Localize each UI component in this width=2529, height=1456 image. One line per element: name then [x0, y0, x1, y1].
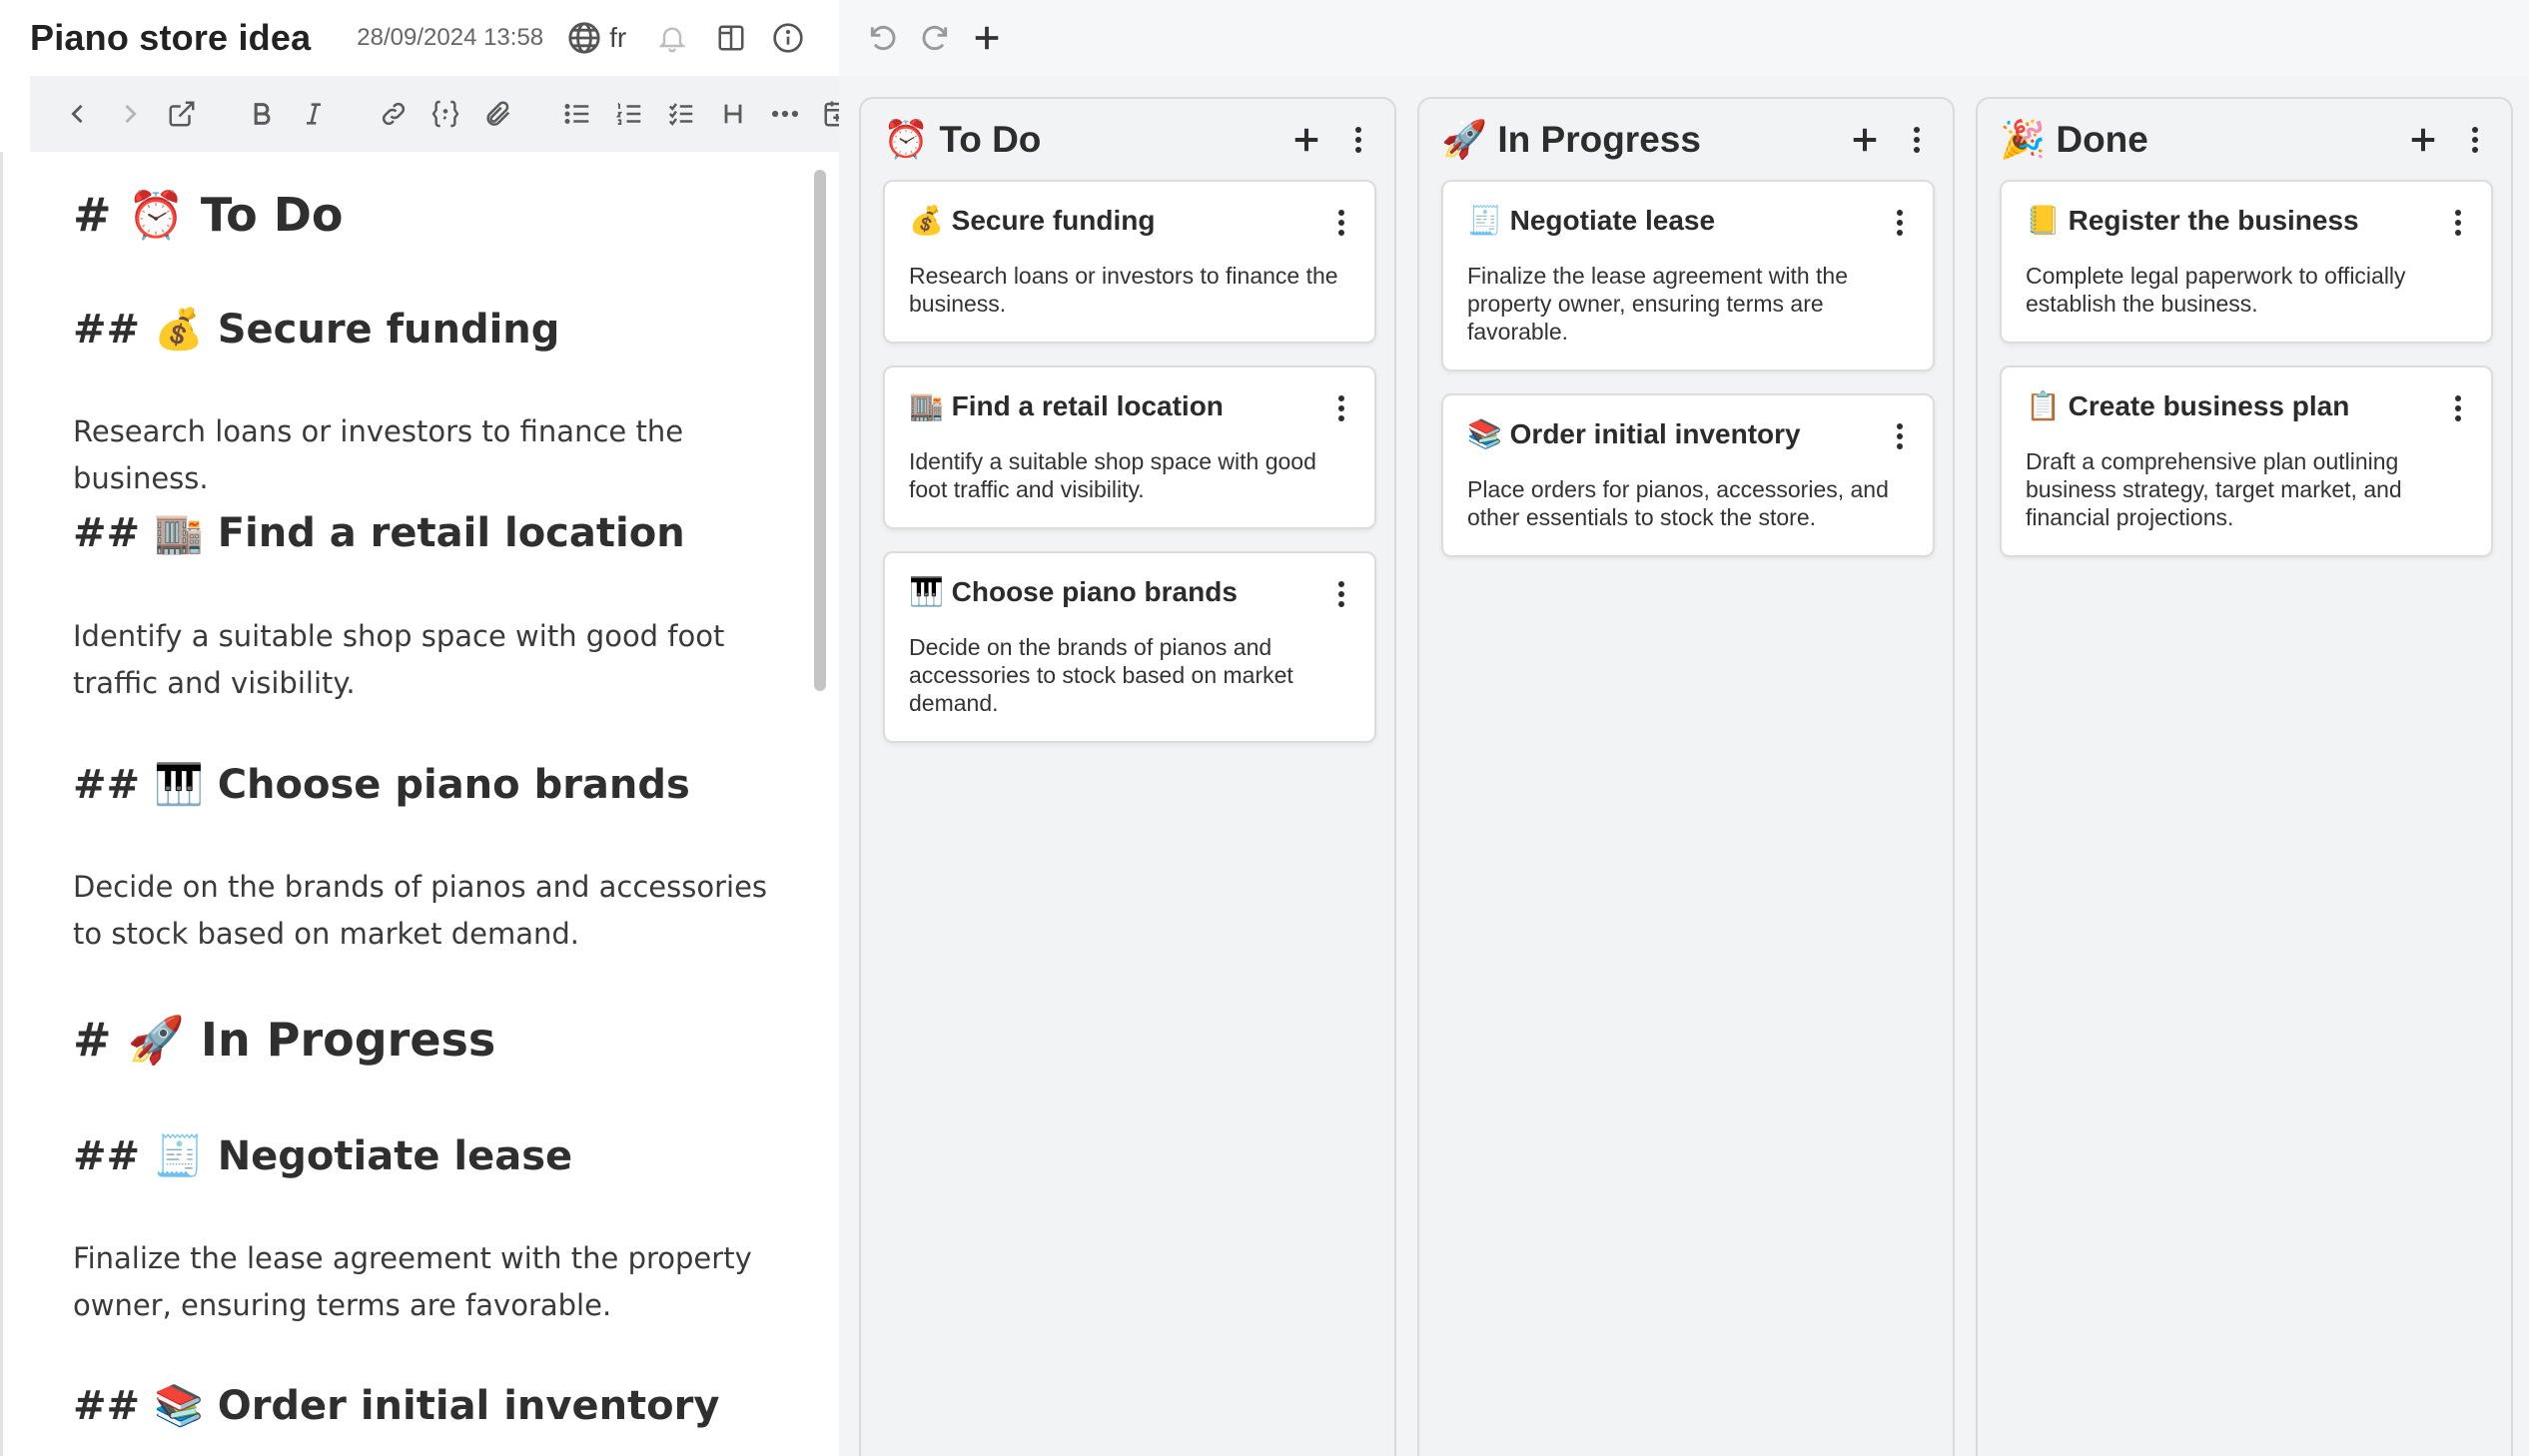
column-header: ⏰ To Do	[883, 113, 1380, 167]
card-title: 🧾 Negotiate lease	[1467, 205, 1716, 236]
forward-icon[interactable]	[104, 88, 156, 140]
card-title: 🏬 Find a retail location	[909, 390, 1224, 421]
column-menu-icon[interactable]	[1336, 114, 1380, 166]
format-toolbar	[30, 76, 850, 152]
add-card-icon[interactable]	[1280, 114, 1332, 166]
card-title: 📒 Register the business	[2026, 205, 2359, 236]
code-block-icon[interactable]	[420, 88, 471, 140]
bullet-list-icon[interactable]	[551, 88, 603, 140]
link-icon[interactable]	[368, 88, 420, 140]
board-toolbar	[839, 0, 2529, 76]
card-description: Research loans or investors to finance t…	[909, 263, 1338, 317]
bell-icon[interactable]	[656, 22, 688, 54]
card[interactable]: 🧾 Negotiate lease Finalize the lease agr…	[1441, 180, 1935, 371]
language-selector[interactable]: fr	[567, 21, 626, 55]
add-card-icon[interactable]	[1839, 114, 1891, 166]
more-icon[interactable]	[759, 88, 811, 140]
card-description: Draft a comprehensive plan outlining bus…	[2026, 448, 2402, 530]
card[interactable]: 📒 Register the business Complete legal p…	[2000, 180, 2493, 344]
column-done: 🎉 Done 📒 Register the business Complete …	[1976, 97, 2513, 1456]
editor-subheading: ## 🏬 Find a retail location	[73, 510, 685, 556]
column-todo: ⏰ To Do 💰 Secure funding Research loans …	[859, 97, 1396, 1456]
card[interactable]: 📋 Create business plan Draft a comprehen…	[2000, 365, 2493, 557]
card-description: Finalize the lease agreement with the pr…	[1467, 263, 1848, 345]
open-external-icon[interactable]	[156, 88, 208, 140]
column-header: 🚀 In Progress	[1441, 113, 1939, 167]
editor-paragraph: Finalize the lease agreement with the pr…	[73, 1241, 752, 1322]
markdown-editor[interactable]: # ⏰ To Do ## 💰 Secure funding Research l…	[0, 152, 831, 1456]
column-title[interactable]: 🚀 In Progress	[1441, 119, 1839, 162]
column-title[interactable]: 🎉 Done	[2000, 119, 2397, 162]
column-title[interactable]: ⏰ To Do	[883, 119, 1280, 162]
attachment-icon[interactable]	[471, 88, 523, 140]
card[interactable]: 📚 Order initial inventory Place orders f…	[1441, 393, 1935, 557]
editor-subheading: ## 🎹 Choose piano brands	[73, 762, 690, 808]
column-menu-icon[interactable]	[2453, 114, 2497, 166]
add-icon[interactable]	[961, 12, 1013, 64]
card-menu-icon[interactable]	[1326, 204, 1356, 242]
editor-paragraph: Research loans or investors to finance t…	[73, 414, 684, 495]
card-menu-icon[interactable]	[1326, 389, 1356, 427]
italic-icon[interactable]	[288, 88, 340, 140]
column-header: 🎉 Done	[2000, 113, 2497, 167]
card-menu-icon[interactable]	[1885, 204, 1915, 242]
card-title: 💰 Secure funding	[909, 205, 1156, 236]
editor-heading: # 🚀 In Progress	[73, 1013, 496, 1067]
editor-subheading: ## 📚 Order initial inventory	[73, 1383, 720, 1429]
undo-icon[interactable]	[857, 12, 909, 64]
note-date: 28/09/2024 13:58	[357, 24, 544, 51]
editor-paragraph: Identify a suitable shop space with good…	[73, 619, 725, 700]
back-icon[interactable]	[52, 88, 104, 140]
card-description: Decide on the brands of pianos and acces…	[909, 634, 1293, 716]
redo-icon[interactable]	[909, 12, 961, 64]
card[interactable]: 🎹 Choose piano brands Decide on the bran…	[883, 551, 1376, 743]
card-title: 📋 Create business plan	[2026, 390, 2350, 421]
card-description: Place orders for pianos, accessories, an…	[1467, 476, 1889, 530]
note-title[interactable]: Piano store idea	[30, 17, 311, 59]
kanban-board: ⏰ To Do 💰 Secure funding Research loans …	[839, 0, 2529, 1456]
editor-pane: Piano store idea 28/09/2024 13:58 fr # ⏰…	[0, 0, 850, 1456]
card-menu-icon[interactable]	[2443, 204, 2473, 242]
editor-subheading: ## 💰 Secure funding	[73, 307, 560, 353]
card-title: 📚 Order initial inventory	[1467, 418, 1801, 449]
editor-paragraph: Decide on the brands of pianos and acces…	[73, 870, 768, 951]
language-code: fr	[609, 22, 627, 53]
note-titlebar: Piano store idea 28/09/2024 13:58 fr	[30, 0, 839, 76]
column-menu-icon[interactable]	[1895, 114, 1939, 166]
card-menu-icon[interactable]	[2443, 389, 2473, 427]
card[interactable]: 💰 Secure funding Research loans or inves…	[883, 180, 1376, 344]
editor-heading: # ⏰ To Do	[73, 188, 344, 242]
add-card-icon[interactable]	[2397, 114, 2449, 166]
card-description: Complete legal paperwork to officially e…	[2026, 263, 2406, 317]
card-description: Identify a suitable shop space with good…	[909, 448, 1316, 502]
info-icon[interactable]	[772, 22, 804, 54]
card-menu-icon[interactable]	[1326, 575, 1356, 613]
card-title: 🎹 Choose piano brands	[909, 576, 1238, 607]
card[interactable]: 🏬 Find a retail location Identify a suit…	[883, 365, 1376, 529]
column-in-progress: 🚀 In Progress 🧾 Negotiate lease Finalize…	[1417, 97, 1955, 1456]
editor-subheading: ## 🧾 Negotiate lease	[73, 1133, 573, 1179]
card-menu-icon[interactable]	[1885, 417, 1915, 455]
split-view-icon[interactable]	[716, 23, 746, 53]
checklist-icon[interactable]	[655, 88, 707, 140]
heading-icon[interactable]	[707, 88, 759, 140]
numbered-list-icon[interactable]	[603, 88, 655, 140]
editor-scrollbar[interactable]	[814, 170, 826, 691]
bold-icon[interactable]	[236, 88, 288, 140]
globe-icon	[567, 21, 601, 55]
